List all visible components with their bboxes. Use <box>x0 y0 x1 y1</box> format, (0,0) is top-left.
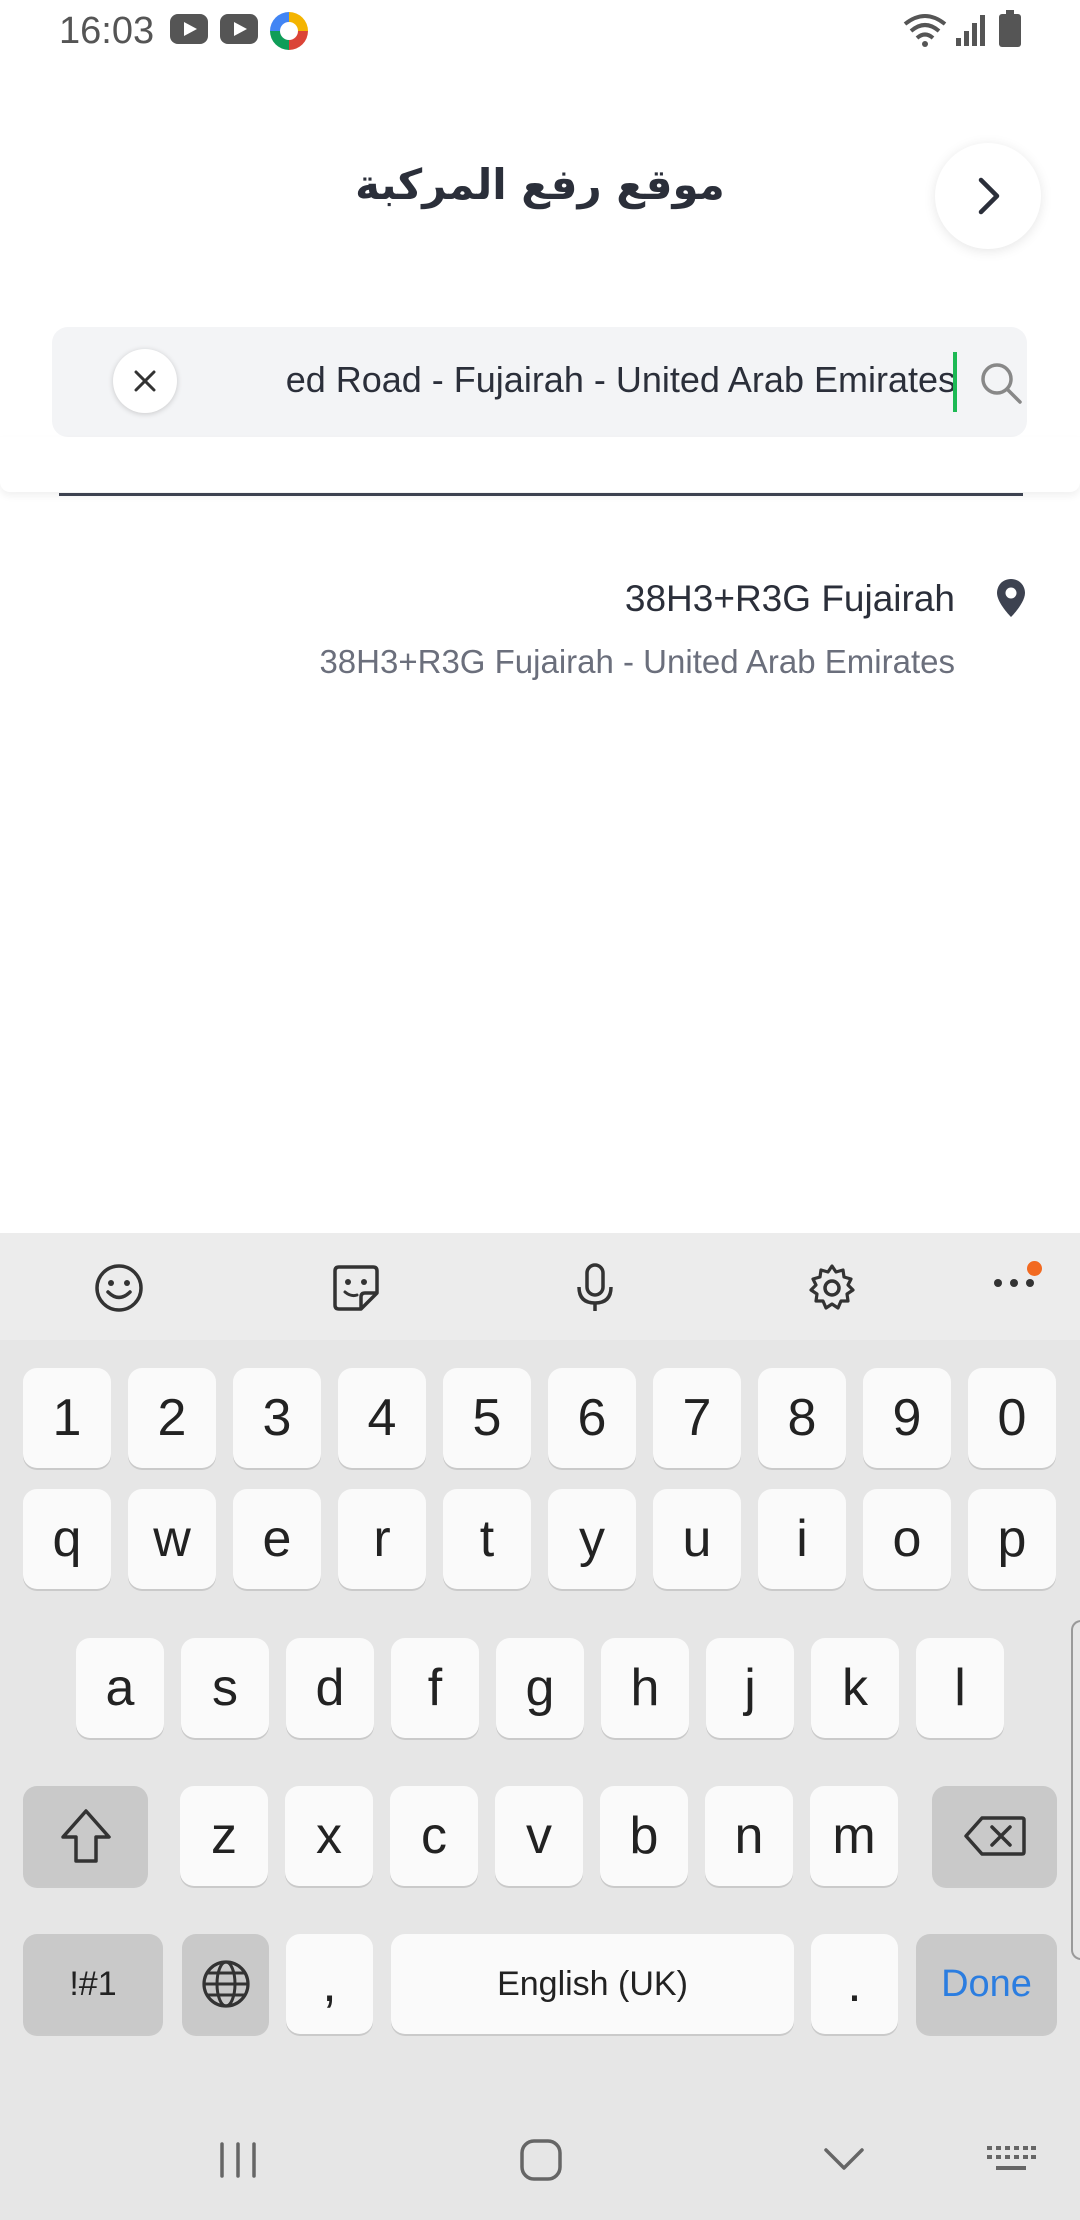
key-r[interactable]: r <box>338 1489 426 1589</box>
key-9[interactable]: 9 <box>863 1368 951 1468</box>
youtube-icon <box>170 14 208 44</box>
settings-icon[interactable] <box>807 1263 857 1313</box>
keyboard-switch-icon[interactable] <box>985 2142 1037 2178</box>
side-panel-handle[interactable] <box>1071 1620 1080 1960</box>
backspace-icon <box>963 1816 1026 1856</box>
key-h[interactable]: h <box>601 1638 689 1738</box>
search-input[interactable]: ed Road - Fujairah - United Arab Emirate… <box>202 327 956 437</box>
search-bar: ed Road - Fujairah - United Arab Emirate… <box>52 327 1027 437</box>
text-caret <box>953 352 957 412</box>
key-p[interactable]: p <box>968 1489 1056 1589</box>
key-x[interactable]: x <box>285 1786 373 1886</box>
result-subtitle: 38H3+R3G Fujairah - United Arab Emirates <box>319 643 955 680</box>
key-z[interactable]: z <box>180 1786 268 1886</box>
key-w[interactable]: w <box>128 1489 216 1589</box>
emoji-icon[interactable] <box>94 1263 144 1313</box>
key-d[interactable]: d <box>286 1638 374 1738</box>
search-input-value: ed Road - Fujairah - United Arab Emirate… <box>285 359 956 400</box>
navigation-bar <box>0 2100 1080 2220</box>
hide-keyboard-icon[interactable] <box>822 2146 866 2174</box>
list-item[interactable]: 38H3+R3G Fujairah 38H3+R3G Fujairah - Un… <box>0 560 1080 700</box>
suggestions-panel <box>0 437 1080 492</box>
wifi-icon <box>903 14 947 47</box>
key-u[interactable]: u <box>653 1489 741 1589</box>
space-key[interactable]: English (UK) <box>391 1934 794 2034</box>
close-icon <box>134 370 156 392</box>
search-icon[interactable] <box>978 360 1024 406</box>
key-b[interactable]: b <box>600 1786 688 1886</box>
symbols-key[interactable]: !#1 <box>23 1934 163 2034</box>
key-f[interactable]: f <box>391 1638 479 1738</box>
divider <box>59 493 1023 496</box>
key-i[interactable]: i <box>758 1489 846 1589</box>
key-0[interactable]: 0 <box>968 1368 1056 1468</box>
key-t[interactable]: t <box>443 1489 531 1589</box>
key-3[interactable]: 3 <box>233 1368 321 1468</box>
key-m[interactable]: m <box>810 1786 898 1886</box>
microphone-icon[interactable] <box>570 1263 620 1313</box>
comma-key[interactable]: , <box>286 1934 373 2034</box>
key-g[interactable]: g <box>496 1638 584 1738</box>
key-v[interactable]: v <box>495 1786 583 1886</box>
globe-icon <box>201 1960 250 2008</box>
key-e[interactable]: e <box>233 1489 321 1589</box>
key-o[interactable]: o <box>863 1489 951 1589</box>
key-8[interactable]: 8 <box>758 1368 846 1468</box>
signal-icon <box>956 15 985 46</box>
key-5[interactable]: 5 <box>443 1368 531 1468</box>
home-icon[interactable] <box>519 2138 563 2182</box>
key-y[interactable]: y <box>548 1489 636 1589</box>
language-key[interactable] <box>182 1934 269 2034</box>
key-k[interactable]: k <box>811 1638 899 1738</box>
youtube-icon <box>220 14 258 44</box>
sticker-icon[interactable] <box>331 1263 381 1313</box>
done-key[interactable]: Done <box>916 1934 1057 2034</box>
keyboard-toolbar <box>0 1233 1080 1340</box>
key-1[interactable]: 1 <box>23 1368 111 1468</box>
app-icon <box>270 12 308 50</box>
recents-icon[interactable] <box>216 2140 260 2180</box>
map-pin-icon <box>997 579 1025 617</box>
backspace-key[interactable] <box>932 1786 1057 1886</box>
key-a[interactable]: a <box>76 1638 164 1738</box>
status-time: 16:03 <box>59 10 155 52</box>
more-icon[interactable] <box>990 1273 1040 1293</box>
page-title: موقع رفع المركبة <box>355 160 725 209</box>
key-7[interactable]: 7 <box>653 1368 741 1468</box>
key-s[interactable]: s <box>181 1638 269 1738</box>
shift-icon <box>60 1809 111 1863</box>
battery-icon <box>999 10 1021 47</box>
clear-button[interactable] <box>113 349 177 413</box>
key-j[interactable]: j <box>706 1638 794 1738</box>
key-n[interactable]: n <box>705 1786 793 1886</box>
shift-key[interactable] <box>23 1786 148 1886</box>
status-bar: 16:03 <box>0 0 1080 62</box>
period-key[interactable]: . <box>811 1934 898 2034</box>
key-4[interactable]: 4 <box>338 1368 426 1468</box>
key-l[interactable]: l <box>916 1638 1004 1738</box>
notification-dot <box>1027 1261 1042 1276</box>
result-title: 38H3+R3G Fujairah <box>624 578 955 619</box>
key-2[interactable]: 2 <box>128 1368 216 1468</box>
key-c[interactable]: c <box>390 1786 478 1886</box>
chevron-right-icon <box>978 177 1000 215</box>
back-button[interactable] <box>935 143 1041 249</box>
key-6[interactable]: 6 <box>548 1368 636 1468</box>
key-q[interactable]: q <box>23 1489 111 1589</box>
